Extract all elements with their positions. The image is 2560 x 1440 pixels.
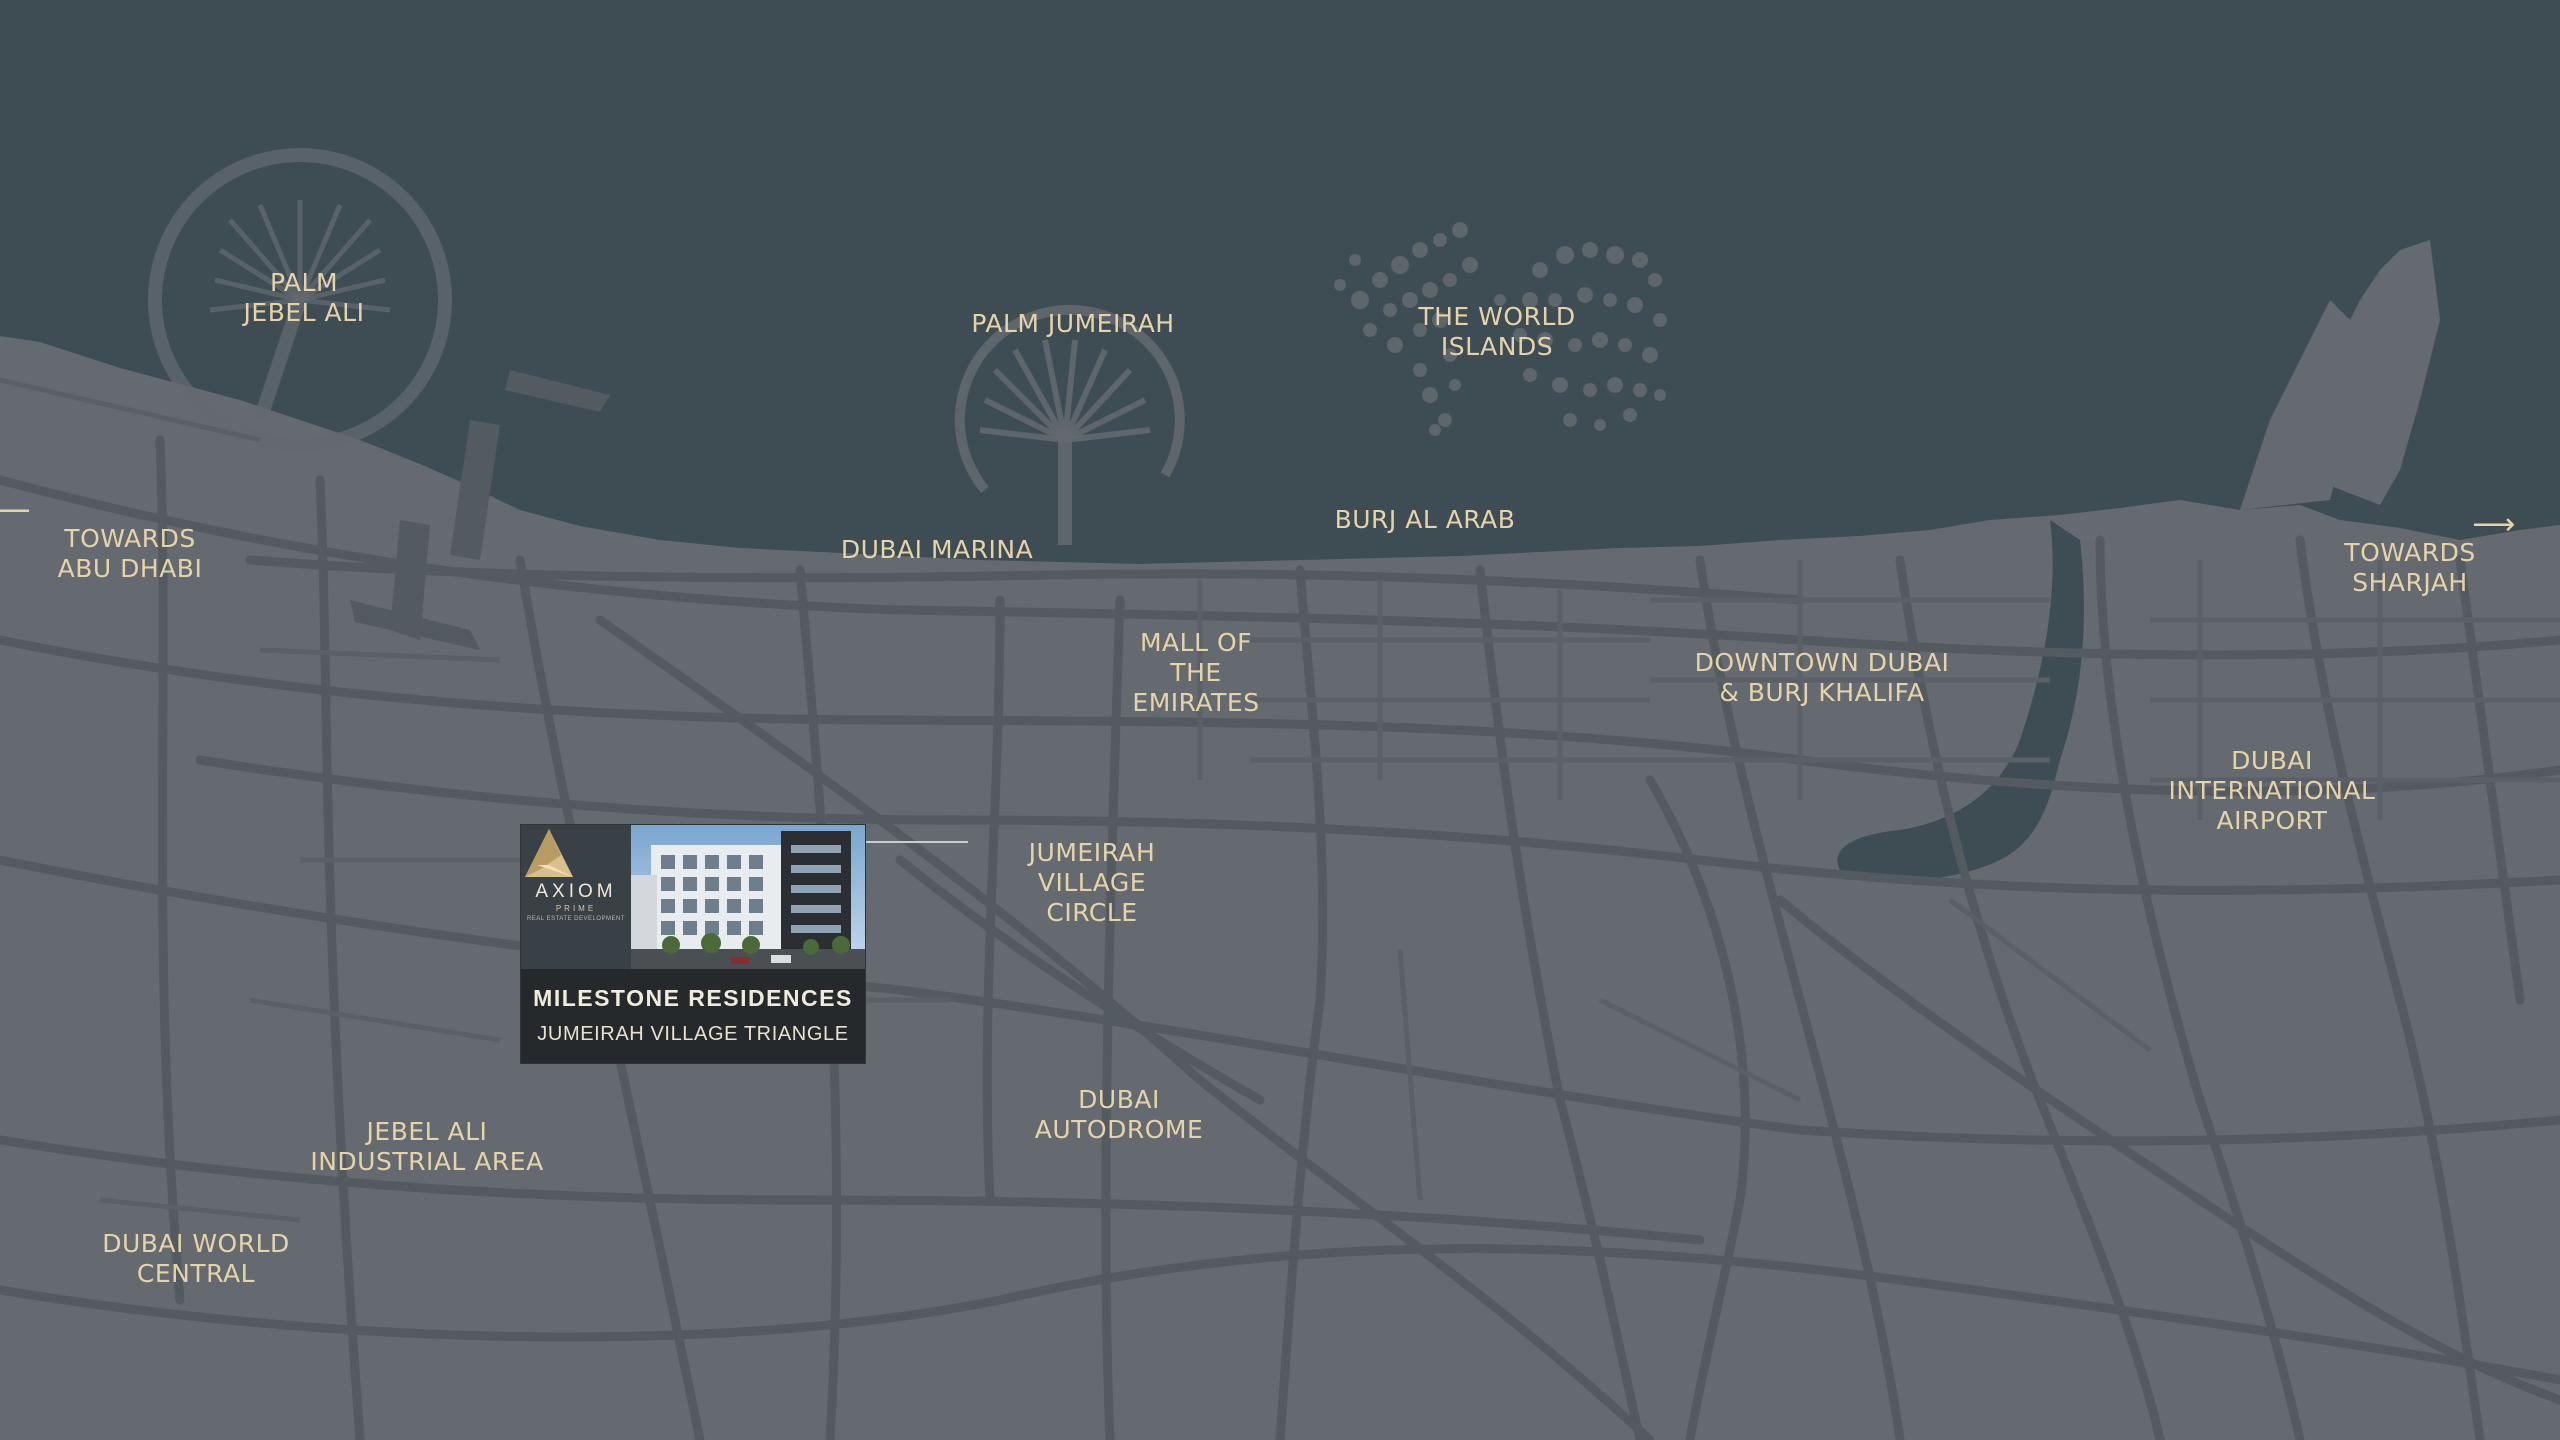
project-location: JUMEIRAH VILLAGE TRIANGLE bbox=[537, 1023, 849, 1045]
building-rendering-image bbox=[631, 825, 865, 969]
label-mall-of-emirates: MALL OF THE EMIRATES bbox=[1132, 628, 1260, 717]
label-dubai-marina: DUBAI MARINA bbox=[840, 535, 1034, 564]
map-canvas bbox=[0, 0, 2560, 1440]
arrow-right-icon: ⟶ bbox=[2472, 507, 2516, 542]
label-jvc: JUMEIRAH VILLAGE CIRCLE bbox=[1028, 838, 1156, 927]
label-dubai-autodrome: DUBAI AUTODROME bbox=[1034, 1085, 1204, 1144]
label-jebel-ali-industrial: JEBEL ALI INDUSTRIAL AREA bbox=[310, 1117, 544, 1176]
brand-sub: PRIME bbox=[555, 903, 597, 913]
label-towards-sharjah: ⟶ TOWARDS SHARJAH bbox=[2344, 507, 2516, 598]
axiom-triangle-icon bbox=[525, 829, 573, 877]
brand-name: AXIOM bbox=[535, 880, 617, 902]
label-world-islands: THE WORLD ISLANDS bbox=[1418, 302, 1576, 361]
axiom-logo: AXIOM PRIME REAL ESTATE DEVELOPMENT bbox=[521, 825, 631, 969]
project-card[interactable]: AXIOM PRIME REAL ESTATE DEVELOPMENT MILE… bbox=[520, 824, 866, 1064]
label-palm-jebel-ali: PALM JEBEL ALI bbox=[243, 268, 365, 327]
brand-tagline: REAL ESTATE DEVELOPMENT bbox=[526, 915, 626, 922]
label-burj-al-arab: BURJ AL ARAB bbox=[1334, 505, 1516, 534]
dubai-location-map: PALM JEBEL ALI PALM JUMEIRAH THE WORLD ISL… bbox=[0, 0, 2560, 1440]
arrow-left-icon: ⟵ bbox=[0, 493, 32, 528]
label-downtown-dubai: DOWNTOWN DUBAI & BURJ KHALIFA bbox=[1694, 648, 1950, 707]
label-palm-jumeirah: PALM JUMEIRAH bbox=[971, 309, 1175, 338]
project-title: MILESTONE RESIDENCES bbox=[533, 985, 853, 1011]
label-dubai-world-central: DUBAI WORLD CENTRAL bbox=[102, 1229, 290, 1288]
label-towards-abu-dhabi: ⟵ TOWARDS ABU DHABI bbox=[0, 496, 203, 584]
label-dubai-airport: DUBAI INTERNATIONAL AIRPORT bbox=[2168, 746, 2376, 835]
